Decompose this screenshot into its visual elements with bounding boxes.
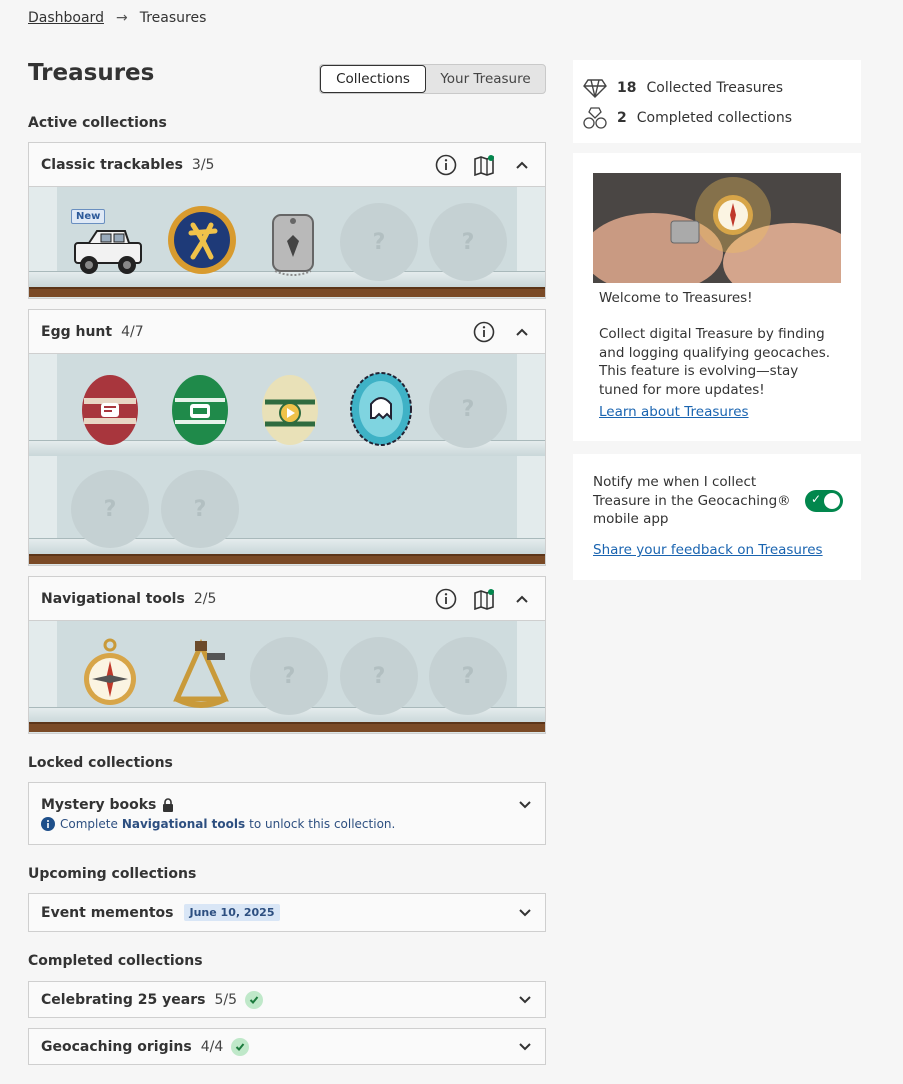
welcome-panel: Welcome to Treasures! Collect digital Tr… xyxy=(573,153,861,441)
jeep-treasure-icon[interactable] xyxy=(69,203,147,281)
empty-slot: ? xyxy=(340,637,418,715)
diamond-icon xyxy=(583,78,607,98)
chevron-up-icon[interactable] xyxy=(511,321,533,343)
olive-egg-treasure-icon[interactable] xyxy=(251,368,329,446)
geocoin-treasure-icon[interactable] xyxy=(163,201,241,279)
notify-text: Notify me when I collect Treasure in the… xyxy=(593,474,791,527)
info-icon[interactable] xyxy=(473,321,495,343)
collections-tab[interactable]: Collections xyxy=(320,65,426,93)
empty-slot: ? xyxy=(429,637,507,715)
map-icon[interactable] xyxy=(473,588,495,610)
collection-progress: 2/5 xyxy=(193,590,217,607)
active-collections-heading: Active collections xyxy=(28,115,167,131)
stats-panel: 18 Collected Treasures 2 Completed colle… xyxy=(573,60,861,143)
sextant-treasure-icon[interactable] xyxy=(161,633,239,711)
empty-slot: ? xyxy=(250,637,328,715)
collection-title: Mystery books xyxy=(41,796,157,813)
collection-egg-hunt: Egg hunt 4/7 ? ? ? xyxy=(28,309,546,566)
chevron-up-icon[interactable] xyxy=(511,154,533,176)
breadcrumb-arrow-icon: → xyxy=(115,10,128,26)
collection-classic-trackables: Classic trackables 3/5 New ? ? xyxy=(28,142,546,299)
treasure-shelf: ? ? ? xyxy=(29,354,545,565)
welcome-body: Collect digital Treasure by finding and … xyxy=(599,326,831,398)
collection-title: Egg hunt xyxy=(41,323,113,340)
welcome-heading: Welcome to Treasures! xyxy=(599,290,753,306)
map-icon[interactable] xyxy=(473,154,495,176)
collection-progress: 4/7 xyxy=(121,323,144,340)
lock-icon xyxy=(162,797,174,812)
info-icon[interactable] xyxy=(435,154,457,176)
collection-event-mementos[interactable]: Event mementos June 10, 2025 xyxy=(28,893,546,932)
gems-icon xyxy=(583,107,607,129)
empty-slot: ? xyxy=(429,370,507,448)
welcome-image xyxy=(593,173,841,283)
collection-title: Geocaching origins xyxy=(41,1038,192,1055)
chevron-up-icon[interactable] xyxy=(511,588,533,610)
chevron-down-icon[interactable] xyxy=(517,1039,533,1055)
notify-toggle[interactable]: ✓ xyxy=(805,490,843,512)
view-toggle: Collections Your Treasure xyxy=(319,64,546,94)
date-badge: June 10, 2025 xyxy=(183,904,281,921)
treasure-shelf: New ? ? xyxy=(29,187,545,298)
notify-panel: Notify me when I collect Treasure in the… xyxy=(573,454,861,580)
compass-treasure-icon[interactable] xyxy=(71,635,149,713)
share-feedback-link[interactable]: Share your feedback on Treasures xyxy=(593,542,823,558)
completed-count: 2 xyxy=(617,110,627,126)
collection-progress: 5/5 xyxy=(214,991,237,1008)
info-icon[interactable] xyxy=(435,588,457,610)
collection-progress: 4/4 xyxy=(200,1038,224,1055)
collection-title: Navigational tools xyxy=(41,590,185,607)
completed-label: Completed collections xyxy=(636,110,793,126)
info-filled-icon xyxy=(41,816,55,831)
unlock-note-prefix: Complete xyxy=(60,816,118,831)
dogtag-treasure-icon[interactable] xyxy=(255,197,333,276)
collection-celebrating-25-years[interactable]: Celebrating 25 years 5/5 xyxy=(28,981,546,1018)
collected-label: Collected Treasures xyxy=(646,80,784,96)
pixel-egg-treasure-icon[interactable] xyxy=(341,366,419,446)
empty-slot: ? xyxy=(429,203,507,281)
chevron-down-icon[interactable] xyxy=(517,992,533,1008)
collected-count: 18 xyxy=(617,80,637,96)
green-egg-treasure-icon[interactable] xyxy=(161,368,239,446)
empty-slot: ? xyxy=(161,470,239,548)
breadcrumb: Dashboard → Treasures xyxy=(28,10,206,26)
collection-title: Event mementos xyxy=(41,904,174,921)
treasure-shelf: ? ? ? xyxy=(29,621,545,733)
empty-slot: ? xyxy=(340,203,418,281)
collection-progress: 3/5 xyxy=(191,156,215,173)
breadcrumb-current: Treasures xyxy=(139,10,207,26)
red-egg-treasure-icon[interactable] xyxy=(71,368,149,446)
check-icon xyxy=(244,990,263,1009)
collection-title: Celebrating 25 years xyxy=(41,991,206,1008)
learn-about-treasures-link[interactable]: Learn about Treasures xyxy=(599,403,839,422)
completed-collections-heading: Completed collections xyxy=(28,953,203,969)
upcoming-collections-heading: Upcoming collections xyxy=(28,866,197,882)
chevron-down-icon[interactable] xyxy=(517,797,533,813)
collection-title: Classic trackables xyxy=(41,156,183,173)
breadcrumb-dashboard-link[interactable]: Dashboard xyxy=(28,10,104,26)
unlock-note-link: Navigational tools xyxy=(121,816,246,831)
collection-mystery-books[interactable]: Mystery books Complete Navigational tool… xyxy=(28,782,546,845)
check-icon xyxy=(231,1037,250,1056)
empty-slot: ? xyxy=(71,470,149,548)
page-title: Treasures xyxy=(28,60,155,86)
collection-navigational-tools: Navigational tools 2/5 ? ? ? xyxy=(28,576,546,734)
chevron-down-icon[interactable] xyxy=(517,905,533,921)
your-treasure-tab[interactable]: Your Treasure xyxy=(426,65,545,93)
locked-collections-heading: Locked collections xyxy=(28,755,173,771)
unlock-note-suffix: to unlock this collection. xyxy=(249,816,396,831)
collection-geocaching-origins[interactable]: Geocaching origins 4/4 xyxy=(28,1028,546,1065)
